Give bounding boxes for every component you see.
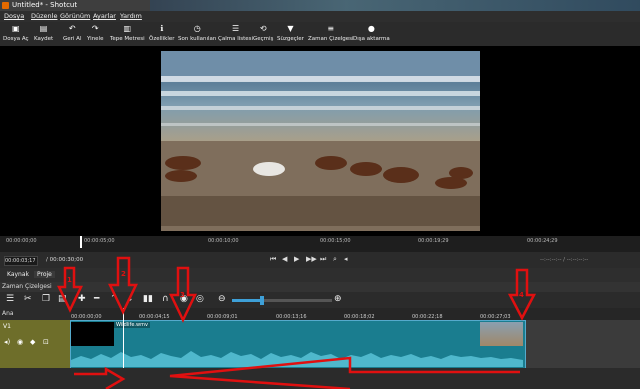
ruler-tick: 00:00:24;29 — [527, 238, 558, 244]
ruler-tick: 00:00:15;00 — [320, 238, 351, 244]
cut-icon[interactable]: ✂ — [24, 294, 32, 304]
save-icon: ▤ — [39, 24, 48, 33]
zoom-in-icon[interactable]: ⊕ — [334, 294, 342, 304]
playlist-icon: ☰ — [231, 24, 240, 33]
menu-bar: Dosya Düzenle Görünüm Ayarlar Yardım — [0, 11, 640, 22]
open-file-button[interactable]: ▣ Dosya Aç — [3, 24, 29, 42]
timeline-bottom-area — [0, 368, 640, 389]
skip-start-icon[interactable]: ⏮ — [270, 255, 276, 264]
peak-meter-button[interactable]: ▥ Tepe Metresi — [110, 24, 145, 42]
clip-name: Wildlife.wmv — [114, 322, 150, 328]
rewind-icon[interactable]: ◀ — [282, 255, 287, 263]
undo-button[interactable]: ↶ Geri Al — [63, 24, 81, 42]
zoom-slider-fill — [232, 299, 262, 302]
lift-icon[interactable]: ⌃ — [110, 294, 118, 304]
overwrite-icon[interactable]: ⌄ — [126, 294, 134, 304]
tab-bar: Kaynak Proje — [0, 268, 640, 282]
save-button[interactable]: ▤ Kaydet — [34, 24, 53, 42]
zoom-slider-handle[interactable] — [260, 296, 264, 305]
desktop-strip — [150, 0, 640, 11]
playlist-button[interactable]: ☰ Çalma listesi — [218, 24, 253, 42]
tab-project[interactable]: Proje — [34, 271, 55, 278]
history-icon: ⟲ — [259, 24, 267, 33]
recent-button[interactable]: ◷ Son kullanılan — [178, 24, 216, 42]
recent-icon: ◷ — [193, 24, 201, 33]
ruler-tick: 00:00:05;00 — [84, 238, 115, 244]
redo-button[interactable]: ↷ Yinele — [87, 24, 103, 42]
properties-button[interactable]: ℹ Özellikler — [149, 24, 175, 42]
volume-icon[interactable]: ◂ — [344, 255, 348, 263]
menu-file[interactable]: Dosya — [4, 12, 24, 20]
menu-view[interactable]: Görünüm — [60, 12, 90, 20]
filter-icon: ▼ — [287, 24, 294, 33]
history-button[interactable]: ⟲ Geçmiş — [253, 24, 273, 42]
in-out-timecode: --:--:--:-- / --:--:--:-- — [540, 257, 589, 263]
menu-settings[interactable]: Ayarlar — [93, 12, 116, 20]
main-toolbar: ▣ Dosya Aç ▤ Kaydet ↶ Geri Al ↷ Yinele ▥ Tepe… — [0, 22, 640, 47]
video-frame — [161, 51, 480, 231]
copy-icon[interactable]: ❐ — [42, 294, 50, 304]
video-scene — [161, 51, 480, 231]
append-icon[interactable]: ✚ — [78, 294, 86, 304]
shotcut-app-icon — [2, 2, 9, 9]
ruler-tick: 00:00:00;00 — [6, 238, 37, 244]
audio-waveform — [71, 351, 523, 367]
redo-icon: ↷ — [91, 24, 99, 33]
lock-icon[interactable]: ⊡ — [43, 338, 49, 346]
play-icon[interactable]: ▶ — [294, 255, 299, 263]
export-button[interactable]: ● Dışa aktarma — [353, 24, 390, 42]
skip-end-icon[interactable]: ⏭ — [320, 255, 326, 264]
snap-magnet-icon[interactable]: ∩ — [162, 294, 169, 304]
scrub-eye-icon[interactable]: ◉ — [180, 294, 188, 304]
window-title: Untitled* - Shotcut — [12, 1, 78, 9]
split-icon[interactable]: ▮▮ — [143, 294, 153, 304]
filters-button[interactable]: ▼ Süzgeçler — [277, 24, 304, 42]
timeline-icon: ≡ — [327, 24, 335, 33]
properties-icon: ℹ — [160, 24, 164, 33]
peak-meter-icon: ▥ — [123, 24, 132, 33]
duration-label: / 00:00:30;00 — [46, 257, 84, 263]
zoom-icon[interactable]: ⌕ — [333, 255, 337, 264]
menu-edit[interactable]: Düzenle — [31, 12, 57, 20]
clip-thumbnail-start — [71, 322, 114, 346]
track-name: V1 — [3, 323, 11, 330]
folder-open-icon: ▣ — [11, 24, 20, 33]
hide-eye-icon[interactable]: ◉ — [17, 338, 23, 346]
ruler-tick: 00:00:10;00 — [208, 238, 239, 244]
player-playhead[interactable] — [80, 236, 82, 248]
current-time-field[interactable]: 00:00:03;17 — [4, 256, 38, 266]
player-ruler[interactable]: 00:00:00;00 00:00:05;00 00:00:10;00 00:0… — [0, 236, 640, 252]
menu-icon[interactable]: ☰ — [6, 294, 14, 304]
track-header-label: Ana — [2, 310, 14, 317]
undo-icon: ↶ — [68, 24, 76, 33]
clip-thumbnail-end — [480, 322, 523, 346]
zoom-out-icon[interactable]: ⊖ — [218, 294, 226, 304]
ripple-icon[interactable]: ◎ — [196, 294, 204, 304]
fast-forward-icon[interactable]: ▶▶ — [306, 255, 317, 263]
ruler-tick: 00:00:19;29 — [418, 238, 449, 244]
menu-help[interactable]: Yardım — [120, 12, 142, 20]
timeline-button[interactable]: ≡ Zaman Çizelgesi — [308, 24, 354, 42]
composite-icon[interactable]: ◆ — [30, 338, 35, 346]
paste-icon[interactable]: ▤ — [58, 294, 67, 304]
remove-icon[interactable]: ━ — [94, 294, 99, 304]
tab-source[interactable]: Kaynak — [4, 271, 32, 278]
timeline-panel-title: Zaman Çizelgesi — [0, 282, 640, 292]
mute-icon[interactable]: ◂) — [4, 338, 10, 346]
export-icon: ● — [367, 24, 375, 33]
timeline-title: Zaman Çizelgesi — [2, 283, 52, 290]
